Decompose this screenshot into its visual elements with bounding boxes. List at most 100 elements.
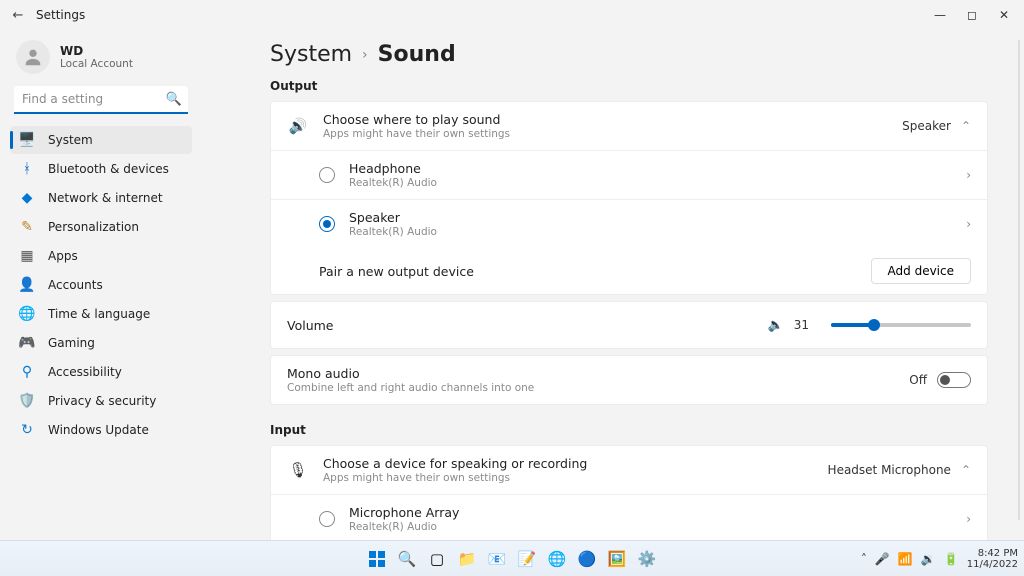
- clock[interactable]: 8:42 PM 11/4/2022: [967, 548, 1018, 570]
- close-button[interactable]: ✕: [988, 3, 1020, 27]
- scrollbar[interactable]: [1018, 40, 1020, 520]
- add-device-button[interactable]: Add device: [871, 258, 971, 284]
- tray-date: 11/4/2022: [967, 559, 1018, 570]
- input-card: 🎙 Choose a device for speaking or record…: [270, 445, 988, 540]
- profile-block[interactable]: WD Local Account: [16, 40, 186, 74]
- output-chooser-row[interactable]: 🔊 Choose where to play sound Apps might …: [271, 102, 987, 151]
- device-name: Speaker: [349, 210, 966, 225]
- search-icon: 🔍: [166, 92, 182, 107]
- settings-icon[interactable]: ⚙️: [633, 545, 661, 573]
- start-button[interactable]: [363, 545, 391, 573]
- task-view-icon[interactable]: ▢: [423, 545, 451, 573]
- main-content: System › Sound Output 🔊 Choose where to …: [200, 30, 1024, 540]
- nav-icon: 🛡️: [18, 393, 36, 409]
- nav-icon: 🌐: [18, 306, 36, 322]
- chevron-up-icon: ⌃: [961, 119, 971, 133]
- device-name: Headphone: [349, 161, 966, 176]
- output-chooser-title: Choose where to play sound: [323, 112, 902, 127]
- sidebar-item-privacy-security[interactable]: 🛡️Privacy & security: [10, 387, 192, 415]
- wifi-icon[interactable]: 📶: [898, 552, 913, 566]
- mono-audio-row[interactable]: Mono audio Combine left and right audio …: [271, 356, 987, 404]
- nav-label: Gaming: [48, 336, 95, 350]
- radio-button[interactable]: [319, 167, 335, 183]
- chevron-right-icon: ›: [362, 47, 368, 63]
- input-chooser-sub: Apps might have their own settings: [323, 472, 828, 484]
- volume-mute-icon[interactable]: 🔈: [768, 318, 784, 333]
- output-header: Output: [270, 79, 988, 93]
- volume-value: 31: [794, 318, 809, 332]
- nav-icon: ↻: [18, 422, 36, 438]
- search-input[interactable]: [14, 86, 188, 114]
- sidebar-item-windows-update[interactable]: ↻Windows Update: [10, 416, 192, 444]
- tray-volume-icon[interactable]: 🔉: [921, 552, 936, 566]
- chevron-right-icon: ›: [966, 512, 971, 526]
- output-device-row[interactable]: Headphone Realtek(R) Audio ›: [271, 151, 987, 200]
- speaker-icon: 🔊: [287, 117, 309, 135]
- volume-row[interactable]: Volume 🔈 31: [271, 302, 987, 348]
- maximize-button[interactable]: ◻: [956, 3, 988, 27]
- nav-icon: 🖥️: [18, 132, 36, 148]
- sidebar-item-personalization[interactable]: ✎ Personalization: [10, 213, 192, 241]
- mono-audio-state: Off: [909, 373, 927, 387]
- mono-audio-toggle[interactable]: [937, 372, 971, 388]
- device-desc: Realtek(R) Audio: [349, 226, 966, 238]
- output-card: 🔊 Choose where to play sound Apps might …: [270, 101, 988, 295]
- photos-icon[interactable]: 🖼️: [603, 545, 631, 573]
- mail-icon[interactable]: 📧: [483, 545, 511, 573]
- nav-icon: ᚼ: [18, 161, 36, 177]
- volume-slider[interactable]: [831, 323, 971, 327]
- taskbar-center: 🔍 ▢ 📁 📧 📝 🌐 🔵 🖼️ ⚙️: [363, 545, 661, 573]
- system-tray[interactable]: ˄ 🎤 📶 🔉 🔋 8:42 PM 11/4/2022: [861, 548, 1018, 570]
- nav-label: System: [48, 133, 93, 147]
- chrome-icon[interactable]: 🔵: [573, 545, 601, 573]
- input-header: Input: [270, 423, 988, 437]
- nav-label: Accounts: [48, 278, 103, 292]
- output-device-row[interactable]: Speaker Realtek(R) Audio ›: [271, 200, 987, 248]
- profile-account-type: Local Account: [60, 58, 133, 70]
- avatar: [16, 40, 50, 74]
- minimize-button[interactable]: —: [924, 3, 956, 27]
- radio-button[interactable]: [319, 216, 335, 232]
- breadcrumb-parent[interactable]: System: [270, 42, 352, 67]
- pair-output-row: Pair a new output device Add device: [271, 248, 987, 294]
- nav-list: 🖥️ System ᚼ Bluetooth & devices ◆ Network & i…: [10, 126, 192, 444]
- sidebar-item-accounts[interactable]: 👤 Accounts: [10, 271, 192, 299]
- nav-label: Personalization: [48, 220, 139, 234]
- sidebar-item-apps[interactable]: ▦ Apps: [10, 242, 192, 270]
- sidebar-item-accessibility[interactable]: ⚲Accessibility: [10, 358, 192, 386]
- chevron-up-icon[interactable]: ˄: [861, 552, 867, 566]
- sidebar-item-network-internet[interactable]: ◆ Network & internet: [10, 184, 192, 212]
- nav-icon: 👤: [18, 277, 36, 293]
- person-icon: [22, 46, 44, 68]
- tray-mic-icon[interactable]: 🎤: [875, 552, 890, 566]
- mono-audio-card: Mono audio Combine left and right audio …: [270, 355, 988, 405]
- sidebar-item-bluetooth-devices[interactable]: ᚼ Bluetooth & devices: [10, 155, 192, 183]
- sidebar-item-system[interactable]: 🖥️ System: [10, 126, 192, 154]
- mono-audio-sub: Combine left and right audio channels in…: [287, 382, 909, 394]
- edge-icon[interactable]: 🌐: [543, 545, 571, 573]
- nav-label: Apps: [48, 249, 78, 263]
- sidebar: WD Local Account 🔍 🖥️ System ᚼ Bluetooth & …: [0, 30, 200, 540]
- file-explorer-icon[interactable]: 📁: [453, 545, 481, 573]
- mono-audio-title: Mono audio: [287, 366, 909, 381]
- chevron-right-icon: ›: [966, 168, 971, 182]
- nav-icon: ✎: [18, 219, 36, 235]
- nav-icon: ◆: [18, 190, 36, 206]
- taskbar-search-icon[interactable]: 🔍: [393, 545, 421, 573]
- sidebar-item-time-language[interactable]: 🌐Time & language: [10, 300, 192, 328]
- sidebar-item-gaming[interactable]: 🎮Gaming: [10, 329, 192, 357]
- radio-button[interactable]: [319, 511, 335, 527]
- nav-label: Bluetooth & devices: [48, 162, 169, 176]
- input-chooser-row[interactable]: 🎙 Choose a device for speaking or record…: [271, 446, 987, 495]
- back-button[interactable]: ←: [4, 8, 32, 23]
- battery-icon[interactable]: 🔋: [944, 552, 959, 566]
- output-chooser-sub: Apps might have their own settings: [323, 128, 902, 140]
- nav-icon: ▦: [18, 248, 36, 264]
- window-title: Settings: [36, 8, 85, 22]
- notepad-icon[interactable]: 📝: [513, 545, 541, 573]
- nav-label: Network & internet: [48, 191, 163, 205]
- chevron-right-icon: ›: [966, 217, 971, 231]
- input-chooser-value: Headset Microphone: [828, 463, 951, 477]
- input-device-row[interactable]: Microphone Array Realtek(R) Audio ›: [271, 495, 987, 540]
- chevron-up-icon: ⌃: [961, 463, 971, 477]
